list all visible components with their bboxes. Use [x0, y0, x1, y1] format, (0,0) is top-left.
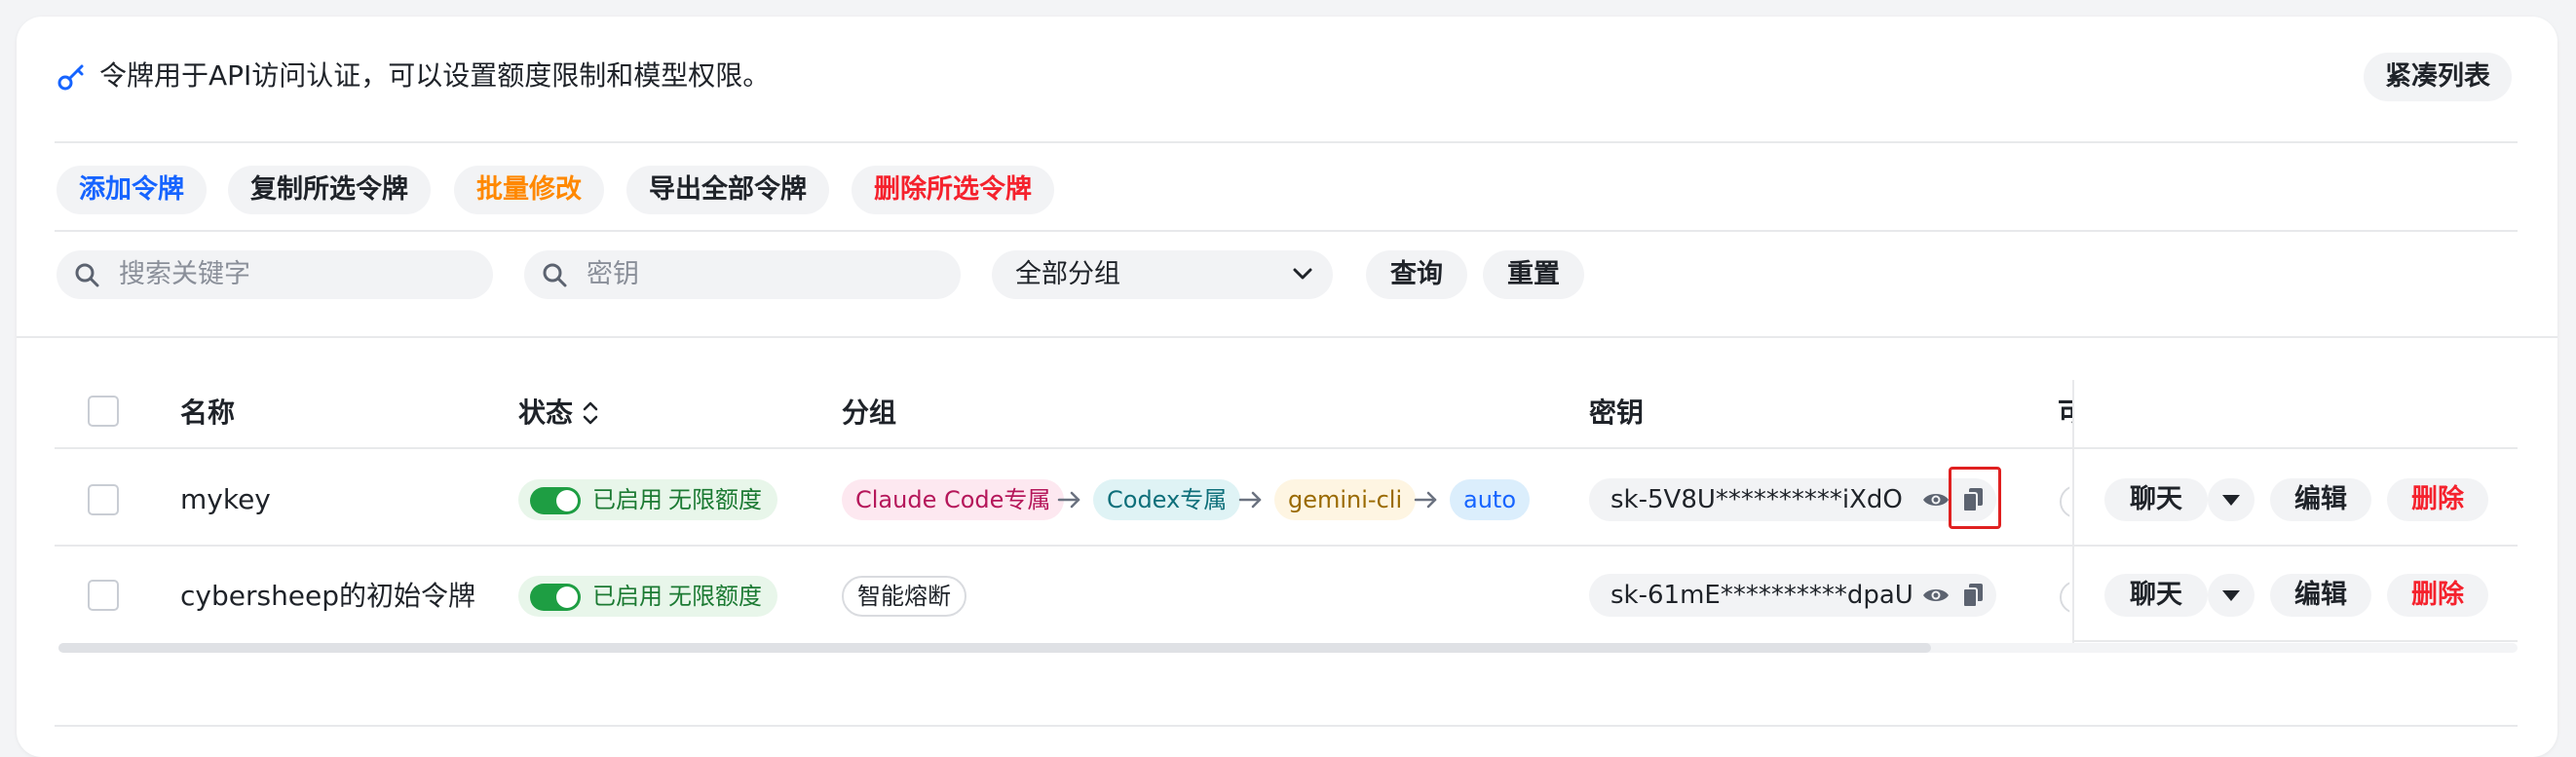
column-header-key: 密钥	[1589, 397, 1645, 429]
horizontal-scrollbar-thumb[interactable]	[58, 643, 1931, 653]
caret-down-icon	[2222, 590, 2240, 601]
row-checkbox[interactable]	[88, 484, 119, 515]
compact-list-button[interactable]: 紧凑列表	[2364, 53, 2512, 101]
copy-selected-button[interactable]: 复制所选令牌	[228, 166, 431, 214]
edit-button[interactable]: 编辑	[2270, 478, 2371, 521]
token-name: mykey	[180, 483, 271, 515]
status-toggle[interactable]	[530, 487, 581, 514]
copy-icon[interactable]	[1962, 583, 1984, 608]
bottom-divider	[55, 725, 2518, 727]
header-divider	[55, 141, 2518, 143]
search-placeholder: 搜索关键字	[119, 259, 250, 289]
batch-edit-button[interactable]: 批量修改	[454, 166, 604, 214]
chat-button[interactable]: 聊天	[2104, 574, 2208, 617]
api-key-field: sk-5V8U**********iXdO	[1589, 478, 1996, 521]
chevron-down-icon	[1293, 268, 1312, 280]
toggle-knob	[556, 587, 578, 608]
chat-button[interactable]: 聊天	[2104, 478, 2208, 521]
row-divider	[2072, 640, 2518, 642]
status-badge: 已启用 无限额度	[518, 479, 777, 520]
api-key-text: sk-5V8U**********iXdO	[1610, 485, 1903, 514]
delete-button[interactable]: 删除	[2387, 478, 2488, 521]
toggle-knob	[556, 490, 578, 511]
quota-text: 无限额度	[668, 583, 762, 610]
key-icon	[57, 64, 84, 91]
add-token-button[interactable]: 添加令牌	[57, 166, 207, 214]
status-toggle[interactable]	[530, 584, 581, 611]
select-all-checkbox[interactable]	[88, 396, 119, 427]
group-select[interactable]: 全部分组	[992, 250, 1333, 299]
column-header-partial-label: 可	[2058, 397, 2072, 429]
api-key-text: sk-61mE**********dpaU	[1610, 581, 1913, 610]
delete-selected-button[interactable]: 删除所选令牌	[852, 166, 1054, 214]
arrow-right-icon	[1238, 491, 1262, 509]
chat-dropdown-button[interactable]	[2208, 478, 2254, 521]
group-tag: Claude Code专属	[842, 479, 1065, 520]
quota-text: 无限额度	[668, 486, 762, 513]
row-checkbox[interactable]	[88, 580, 119, 611]
copy-highlight-box	[1949, 467, 2001, 529]
info-text: 令牌用于API访问认证，可以设置额度限制和模型权限。	[99, 59, 771, 92]
status-text: 已启用	[592, 486, 663, 513]
chat-dropdown-button[interactable]	[2208, 574, 2254, 617]
delete-button[interactable]: 删除	[2387, 574, 2488, 617]
eye-icon[interactable]	[1921, 489, 1951, 511]
status-badge: 已启用 无限额度	[518, 576, 777, 617]
column-header-status[interactable]: 状态	[518, 394, 573, 433]
reset-button[interactable]: 重置	[1483, 250, 1584, 299]
column-header-name: 名称	[180, 397, 236, 429]
sort-icon[interactable]	[581, 398, 600, 428]
query-button[interactable]: 查询	[1366, 250, 1467, 299]
group-select-value: 全部分组	[1015, 259, 1120, 289]
group-tag: gemini-cli	[1274, 479, 1417, 520]
search-icon	[543, 263, 567, 287]
header-row-divider	[55, 447, 2518, 449]
column-header-group: 分组	[842, 397, 897, 429]
status-text: 已启用	[592, 583, 663, 610]
edit-button[interactable]: 编辑	[2270, 574, 2371, 617]
group-tag: Codex专属	[1093, 479, 1241, 520]
caret-down-icon	[2222, 495, 2240, 506]
group-tag: auto	[1450, 479, 1531, 520]
actions-column-divider	[2072, 380, 2074, 643]
key-placeholder: 密钥	[587, 259, 639, 289]
arrow-right-icon	[1057, 491, 1080, 509]
api-key-field: sk-61mE**********dpaU	[1589, 574, 1996, 617]
row-divider	[55, 545, 2518, 547]
export-all-button[interactable]: 导出全部令牌	[626, 166, 829, 214]
token-name: cybersheep的初始令牌	[180, 580, 476, 612]
arrow-right-icon	[1414, 491, 1437, 509]
toolbar-divider	[55, 230, 2518, 232]
group-tag: 智能熔断	[842, 576, 966, 617]
search-icon	[75, 263, 99, 287]
filter-divider	[17, 336, 2557, 338]
column-header-partial: 可	[2058, 394, 2072, 433]
search-input[interactable]: 搜索关键字	[57, 250, 493, 299]
key-input[interactable]: 密钥	[524, 250, 961, 299]
eye-icon[interactable]	[1921, 585, 1951, 606]
